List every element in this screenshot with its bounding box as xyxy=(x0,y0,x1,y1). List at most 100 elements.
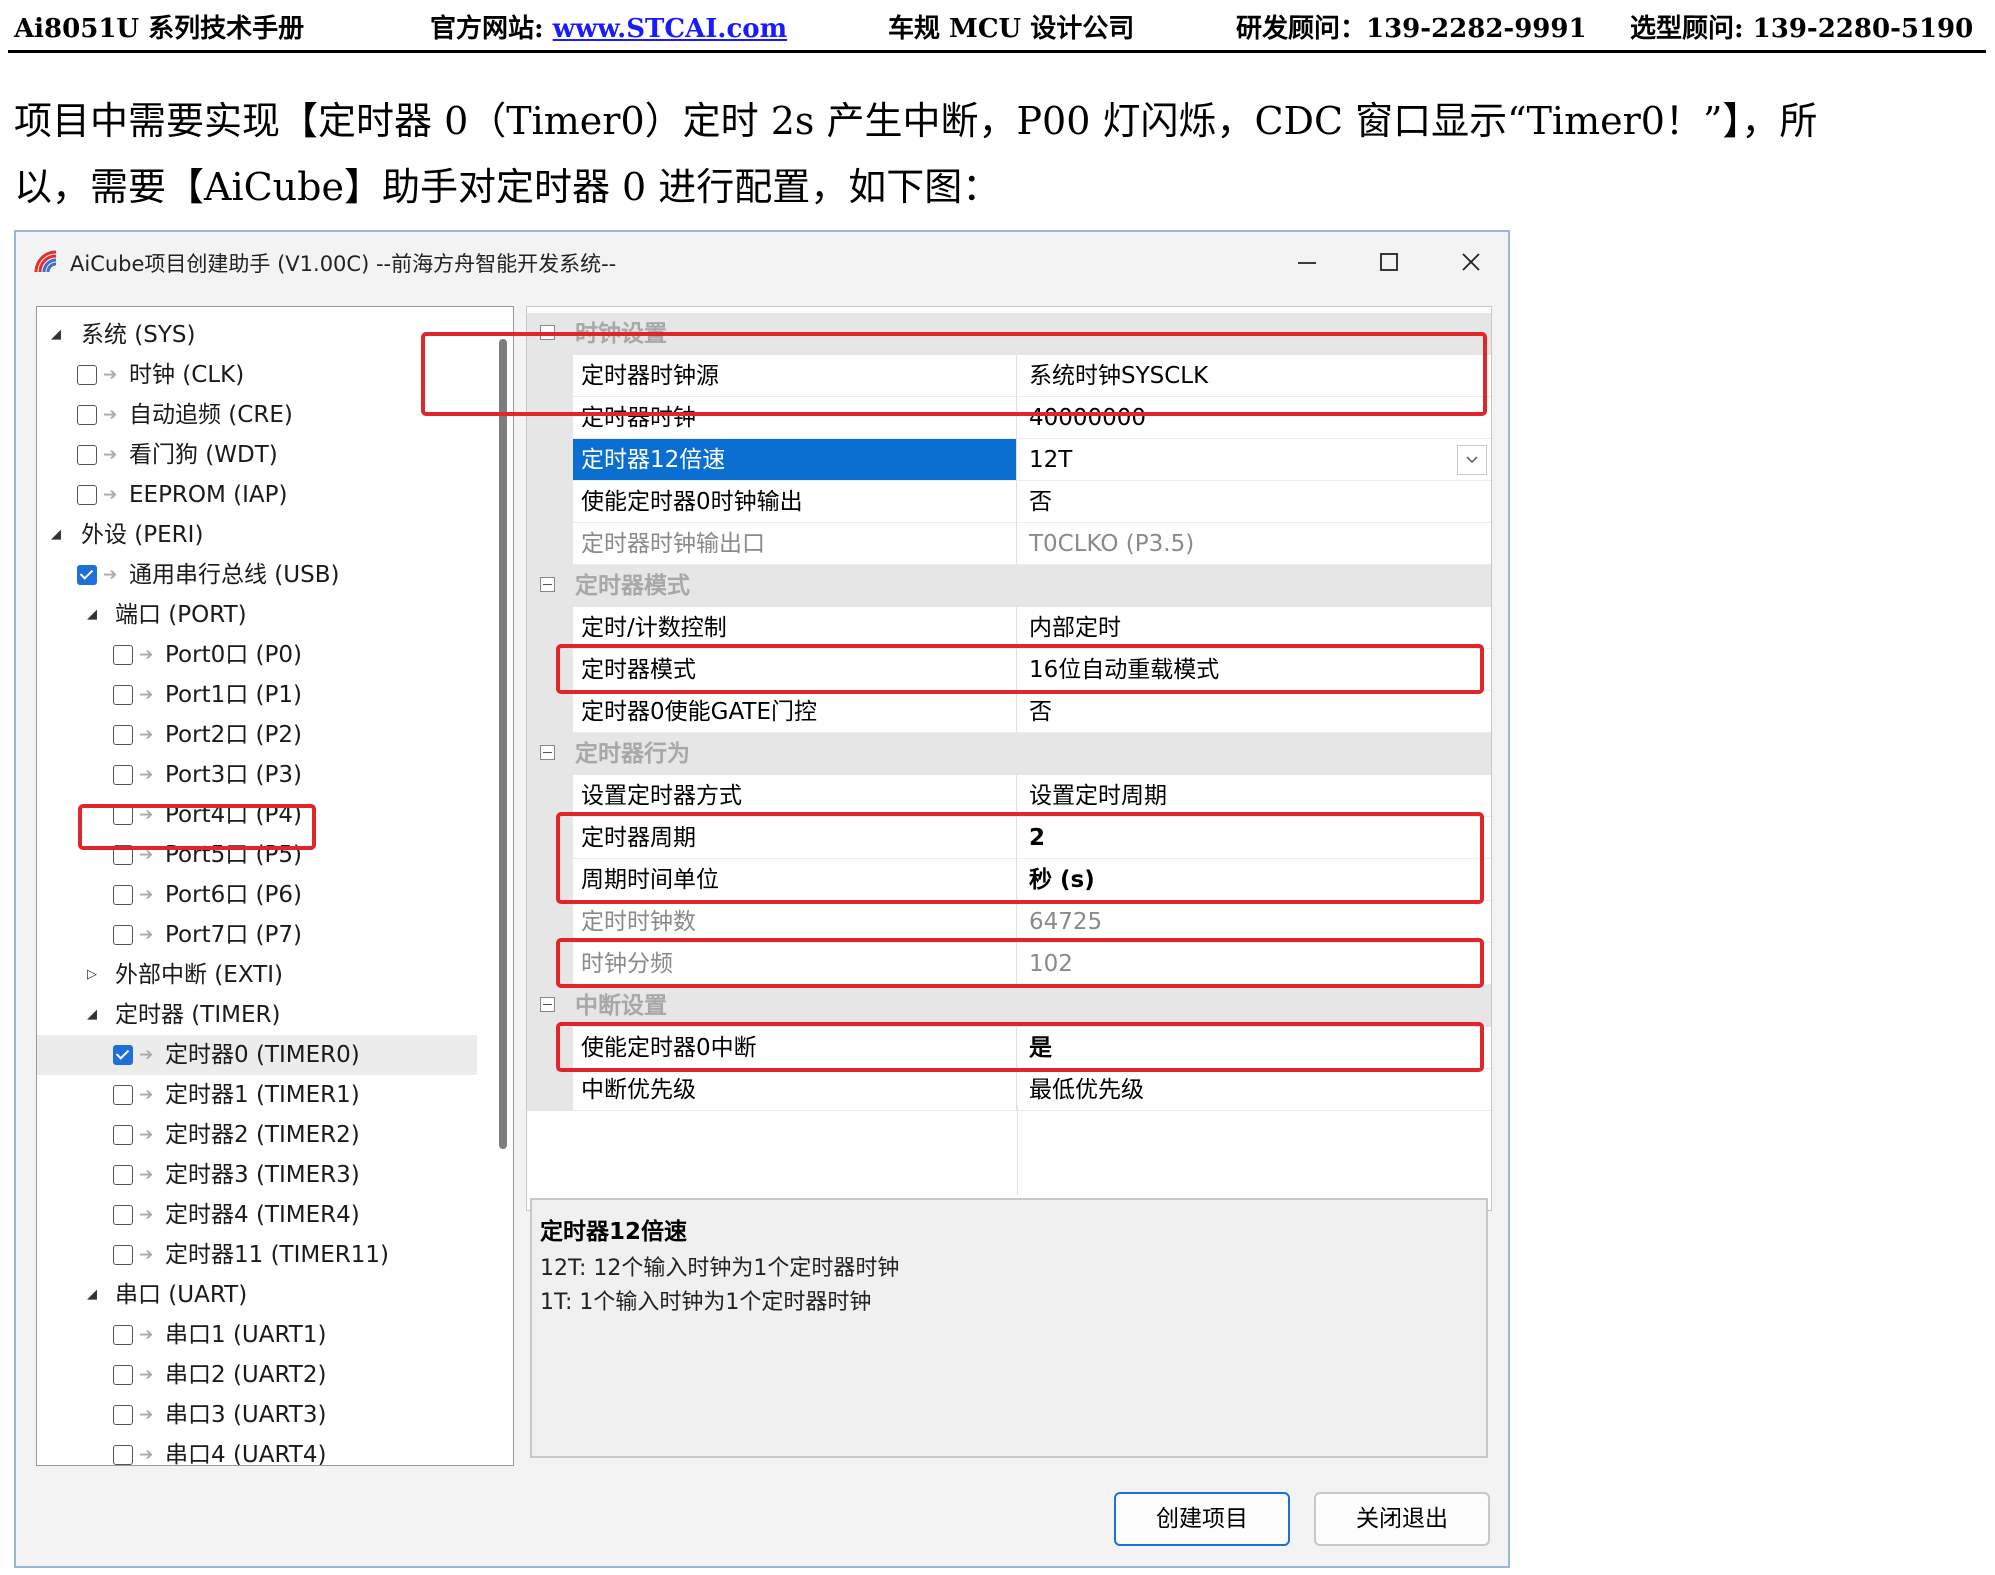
property-name[interactable]: 时钟分频 xyxy=(573,943,1017,985)
tree-item-checkbox[interactable] xyxy=(77,485,97,505)
property-section-header[interactable]: 时钟设置 xyxy=(527,313,1491,355)
minimize-button[interactable] xyxy=(1278,242,1338,284)
tree-item[interactable]: ➔ 定时器4 (TIMER4) xyxy=(37,1195,477,1235)
tree-item-checkbox[interactable] xyxy=(113,1165,133,1185)
tree-item[interactable]: ◢ 端口 (PORT) xyxy=(37,595,477,635)
tree-item[interactable]: ➔ 定时器11 (TIMER11) xyxy=(37,1235,477,1275)
tree-item[interactable]: ➔ 定时器0 (TIMER0) xyxy=(37,1035,477,1075)
collapse-toggle-icon[interactable] xyxy=(540,997,555,1012)
property-row[interactable]: 定时器时钟 40000000 xyxy=(527,397,1491,439)
property-name[interactable]: 定时/计数控制 xyxy=(573,607,1017,649)
property-value[interactable]: 64725 xyxy=(1017,901,1491,943)
property-name[interactable]: 定时器0使能GATE门控 xyxy=(573,691,1017,733)
maximize-button[interactable] xyxy=(1360,242,1420,284)
close-exit-button[interactable]: 关闭退出 xyxy=(1314,1492,1490,1546)
property-row[interactable]: 定时器模式 16位自动重载模式 xyxy=(527,649,1491,691)
tree-scrollbar[interactable] xyxy=(499,339,507,1149)
property-value[interactable]: 最低优先级 xyxy=(1017,1069,1491,1111)
property-name[interactable]: 定时器周期 xyxy=(573,817,1017,859)
property-value[interactable]: 秒 (s) xyxy=(1017,859,1491,901)
close-window-button[interactable] xyxy=(1442,242,1502,284)
property-name[interactable]: 定时器模式 xyxy=(573,649,1017,691)
tree-item-checkbox[interactable] xyxy=(113,885,133,905)
tree-item-checkbox[interactable] xyxy=(77,405,97,425)
property-row[interactable]: 定时/计数控制 内部定时 xyxy=(527,607,1491,649)
tree-item-checkbox[interactable] xyxy=(113,1085,133,1105)
expand-arrow-icon[interactable]: ◢ xyxy=(87,595,105,635)
collapse-arrow-icon[interactable]: ▷ xyxy=(87,955,105,995)
property-name[interactable]: 定时器时钟 xyxy=(573,397,1017,439)
property-name[interactable]: 定时器时钟源 xyxy=(573,355,1017,397)
property-row[interactable]: 定时器周期 2 xyxy=(527,817,1491,859)
property-value[interactable]: 否 xyxy=(1017,691,1491,733)
property-section-header[interactable]: 定时器模式 xyxy=(527,565,1491,607)
property-row[interactable]: 定时器时钟输出口 T0CLKO (P3.5) xyxy=(527,523,1491,565)
property-value[interactable]: 否 xyxy=(1017,481,1491,523)
property-value[interactable]: T0CLKO (P3.5) xyxy=(1017,523,1491,565)
tree-item[interactable]: ➔ Port7口 (P7) xyxy=(37,915,477,955)
tree-item[interactable]: ➔ 时钟 (CLK) xyxy=(37,355,477,395)
tree-item[interactable]: ➔ Port0口 (P0) xyxy=(37,635,477,675)
tree-item[interactable]: ➔ 串口2 (UART2) xyxy=(37,1355,477,1395)
tree-item[interactable]: ◢ 串口 (UART) xyxy=(37,1275,477,1315)
property-name[interactable]: 周期时间单位 xyxy=(573,859,1017,901)
create-project-button[interactable]: 创建项目 xyxy=(1114,1492,1290,1546)
tree-item[interactable]: ➔ 定时器1 (TIMER1) xyxy=(37,1075,477,1115)
tree-item[interactable]: ➔ 串口1 (UART1) xyxy=(37,1315,477,1355)
property-row[interactable]: 时钟分频 102 xyxy=(527,943,1491,985)
property-value[interactable]: 16位自动重载模式 xyxy=(1017,649,1491,691)
property-row[interactable]: 中断优先级 最低优先级 xyxy=(527,1069,1491,1111)
property-name[interactable]: 定时时钟数 xyxy=(573,901,1017,943)
collapse-toggle-icon[interactable] xyxy=(540,325,555,340)
property-value[interactable]: 102 xyxy=(1017,943,1491,985)
dropdown-button[interactable] xyxy=(1457,445,1487,475)
property-name[interactable]: 定时器时钟输出口 xyxy=(573,523,1017,565)
tree-item-checkbox[interactable] xyxy=(113,1325,133,1345)
title-bar[interactable]: AiCube项目创建助手 (V1.00C) --前海方舟智能开发系统-- xyxy=(16,232,1508,294)
tree-item[interactable]: ➔ Port2口 (P2) xyxy=(37,715,477,755)
tree-item-checkbox[interactable] xyxy=(113,1405,133,1425)
tree-item-checkbox[interactable] xyxy=(113,765,133,785)
tree-item[interactable]: ➔ 看门狗 (WDT) xyxy=(37,435,477,475)
tree-item[interactable]: ➔ 串口3 (UART3) xyxy=(37,1395,477,1435)
tree-item-checkbox[interactable] xyxy=(77,365,97,385)
property-row[interactable]: 定时器0使能GATE门控否 xyxy=(527,691,1491,733)
tree-item-checkbox[interactable] xyxy=(77,565,97,585)
expand-arrow-icon[interactable]: ◢ xyxy=(87,995,105,1035)
property-value[interactable]: 内部定时 xyxy=(1017,607,1491,649)
tree-item-checkbox[interactable] xyxy=(113,1205,133,1225)
expand-arrow-icon[interactable]: ◢ xyxy=(87,1275,105,1315)
property-value[interactable]: 40000000 xyxy=(1017,397,1491,439)
tree-item-checkbox[interactable] xyxy=(113,685,133,705)
tree-item[interactable]: ➔ 定时器2 (TIMER2) xyxy=(37,1115,477,1155)
property-name[interactable]: 定时器12倍速 xyxy=(573,439,1017,481)
tree-item[interactable]: ➔ 定时器3 (TIMER3) xyxy=(37,1155,477,1195)
peripheral-tree[interactable]: ◢ 系统 (SYS) ➔ 时钟 (CLK) ➔ 自动追频 (CRE) ➔ 看门狗 (WDT) ➔… xyxy=(36,306,514,1466)
property-name[interactable]: 使能定时器0中断 xyxy=(573,1027,1017,1069)
tree-item-checkbox[interactable] xyxy=(113,645,133,665)
property-row[interactable]: 设置定时器方式 设置定时周期 xyxy=(527,775,1491,817)
tree-item-checkbox[interactable] xyxy=(77,445,97,465)
tree-item[interactable]: ➔ Port5口 (P5) xyxy=(37,835,477,875)
tree-item[interactable]: ➔ Port3口 (P3) xyxy=(37,755,477,795)
property-section-header[interactable]: 定时器行为 xyxy=(527,733,1491,775)
tree-item[interactable]: ➔ Port1口 (P1) xyxy=(37,675,477,715)
property-section-header[interactable]: 中断设置 xyxy=(527,985,1491,1027)
collapse-toggle-icon[interactable] xyxy=(540,745,555,760)
tree-item[interactable]: ➔ EEPROM (IAP) xyxy=(37,475,477,515)
expand-arrow-icon[interactable]: ◢ xyxy=(51,515,69,555)
tree-item-checkbox[interactable] xyxy=(113,1445,133,1465)
tree-item[interactable]: ➔ 通用串行总线 (USB) xyxy=(37,555,477,595)
tree-item[interactable]: ➔ Port6口 (P6) xyxy=(37,875,477,915)
tree-item-checkbox[interactable] xyxy=(113,1125,133,1145)
property-row[interactable]: 使能定时器0时钟输出否 xyxy=(527,481,1491,523)
collapse-toggle-icon[interactable] xyxy=(540,577,555,592)
tree-item[interactable]: ➔ Port4口 (P4) xyxy=(37,795,477,835)
tree-item-checkbox[interactable] xyxy=(113,725,133,745)
tree-item-checkbox[interactable] xyxy=(113,1365,133,1385)
tree-item-checkbox[interactable] xyxy=(113,1245,133,1265)
tree-item-checkbox[interactable] xyxy=(113,805,133,825)
property-row[interactable]: 定时器时钟源 系统时钟SYSCLK xyxy=(527,355,1491,397)
tree-item[interactable]: ➔ 串口4 (UART4) xyxy=(37,1435,477,1465)
property-value[interactable]: 设置定时周期 xyxy=(1017,775,1491,817)
